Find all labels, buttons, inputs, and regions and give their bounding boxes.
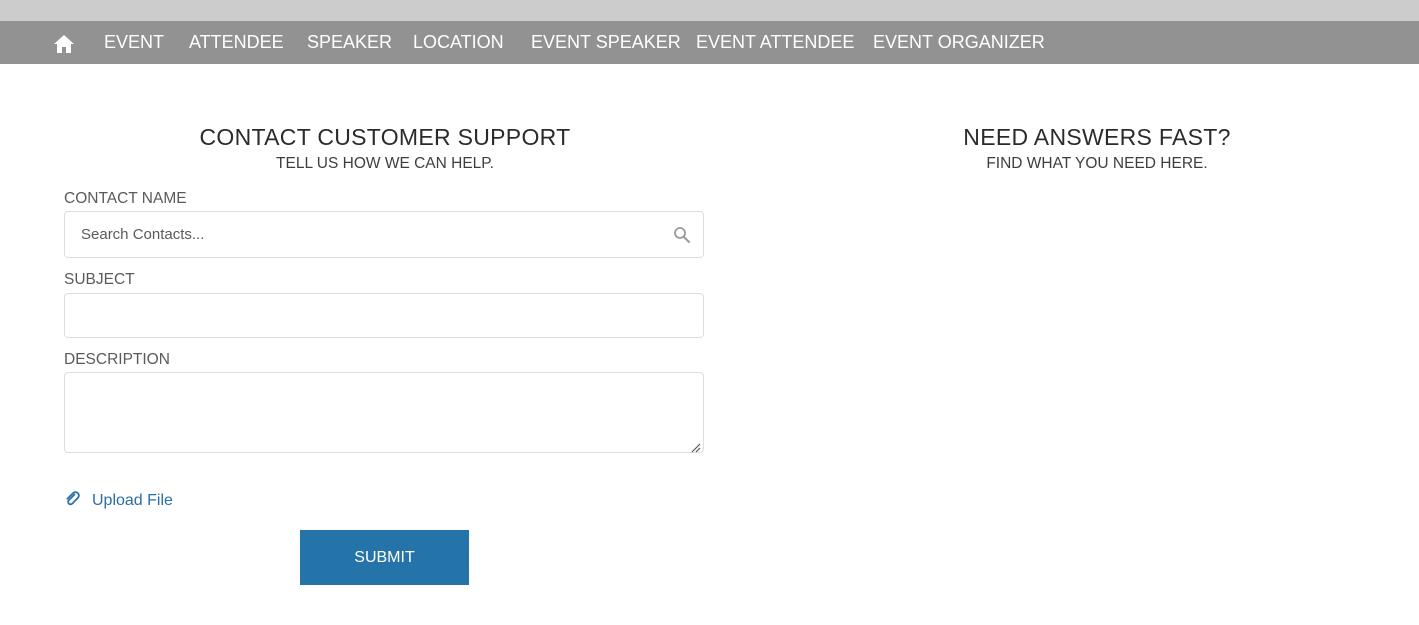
browser-top-strip — [0, 0, 1419, 21]
answers-subtitle: FIND WHAT YOU NEED HERE. — [986, 155, 1208, 172]
description-textarea[interactable] — [65, 373, 703, 452]
submit-button[interactable]: SUBMIT — [300, 530, 469, 585]
subject-field-wrapper — [64, 293, 704, 338]
nav-item-event-attendee[interactable]: EVENT ATTENDEE — [696, 32, 854, 53]
resize-handle-icon[interactable] — [691, 440, 701, 453]
nav-item-event[interactable]: EVENT — [104, 32, 164, 53]
search-icon[interactable] — [673, 226, 691, 244]
main-navigation: EVENT ATTENDEE SPEAKER LOCATION EVENT SP… — [0, 21, 1419, 64]
contact-name-search-input[interactable] — [65, 212, 703, 257]
description-field-wrapper — [64, 372, 704, 453]
paperclip-icon — [64, 490, 82, 513]
description-label: DESCRIPTION — [64, 351, 170, 368]
nav-item-attendee[interactable]: ATTENDEE — [189, 32, 284, 53]
contact-form-title: CONTACT CUSTOMER SUPPORT — [199, 124, 571, 150]
upload-file-label: Upload File — [92, 492, 173, 509]
upload-file-link[interactable]: Upload File — [64, 490, 173, 512]
contact-form-subtitle: TELL US HOW WE CAN HELP. — [276, 155, 494, 172]
subject-label: SUBJECT — [64, 271, 135, 288]
contact-name-label: CONTACT NAME — [64, 190, 187, 207]
contact-name-field-wrapper — [64, 211, 704, 258]
nav-item-event-speaker[interactable]: EVENT SPEAKER — [531, 32, 681, 53]
nav-item-event-organizer[interactable]: EVENT ORGANIZER — [873, 32, 1045, 53]
nav-item-speaker[interactable]: SPEAKER — [307, 32, 392, 53]
answers-title: NEED ANSWERS FAST? — [963, 124, 1231, 150]
nav-item-location[interactable]: LOCATION — [413, 32, 504, 53]
home-icon[interactable] — [53, 33, 75, 54]
subject-input[interactable] — [65, 294, 703, 337]
